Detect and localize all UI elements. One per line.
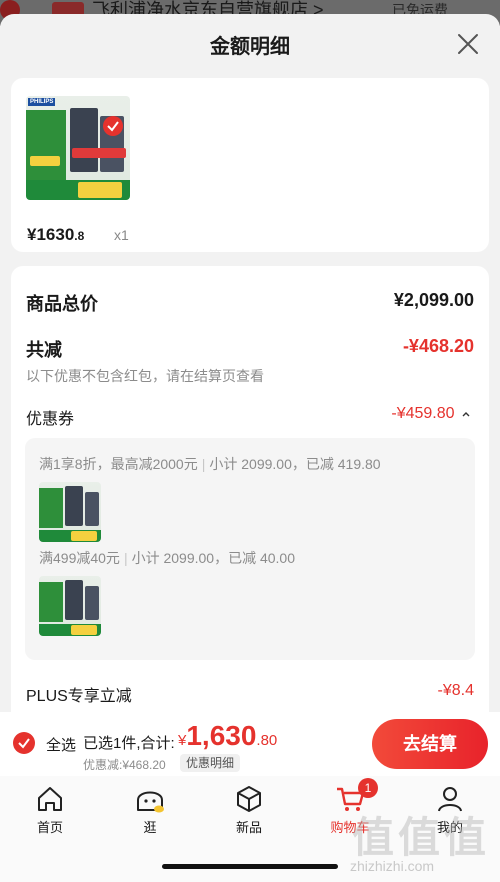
discount-detail-link[interactable]: 优惠明细	[180, 754, 241, 772]
discount-summary: 优惠减:¥468.20	[83, 758, 166, 772]
home-icon	[38, 787, 62, 811]
brand-logo: PHILIPS	[28, 98, 56, 106]
home-indicator	[162, 864, 338, 869]
tab-browse-label: 逛	[143, 820, 157, 835]
product-quantity: x1	[114, 227, 129, 243]
plus-discount-value: -¥8.4	[437, 682, 474, 699]
selected-count: 已选1件,合计:	[83, 735, 175, 752]
reduced-value: -¥468.20	[402, 336, 474, 356]
coupon-label: 优惠券	[26, 411, 75, 428]
coupon-2-product-image	[39, 576, 101, 636]
watermark-url: zhizhizhi.com	[350, 858, 435, 874]
chevron-up-icon	[462, 411, 470, 417]
cube-icon	[237, 786, 261, 812]
cart-count-badge: 1	[358, 778, 378, 798]
coupon-1-text: 满1享8折，最高减2000元 | 小计 2099.00，已减 419.80	[39, 456, 381, 472]
face-icon	[137, 791, 164, 813]
product-card: PHILIPS ¥1630.8 x1	[11, 78, 489, 252]
product-image[interactable]: PHILIPS	[26, 96, 130, 200]
coupon-value: -¥459.80	[391, 405, 455, 422]
goods-total-value: ¥2,099.00	[393, 290, 474, 310]
selected-check-icon	[103, 116, 123, 136]
sheet-title: 金额明细	[210, 36, 290, 58]
coupon-toggle[interactable]: -¥459.80	[391, 405, 471, 423]
coupon-detail-box: 满1享8折，最高减2000元 | 小计 2099.00，已减 419.80 满499…	[25, 438, 475, 660]
tab-new[interactable]: 新品	[219, 784, 279, 836]
checkout-button[interactable]: 去结算	[372, 719, 488, 769]
goods-total-label: 商品总价	[26, 294, 98, 314]
coupon-1-product-image	[39, 482, 101, 542]
tab-home-label: 首页	[36, 820, 63, 835]
reduced-label: 共减	[26, 340, 62, 360]
select-all-checkbox[interactable]	[13, 732, 35, 754]
price-summary-card: 商品总价 ¥2,099.00 共减 -¥468.20 以下优惠不包含红包，请在结…	[11, 266, 489, 726]
close-icon[interactable]	[456, 32, 480, 56]
checkout-bar: 全选 已选1件,合计: ¥1,630.80 优惠减:¥468.20 优惠明细 去…	[0, 712, 500, 776]
coupon-2-text: 满499减40元 | 小计 2099.00，已减 40.00	[39, 550, 295, 566]
tab-browse[interactable]: 逛	[120, 784, 180, 836]
tab-new-label: 新品	[235, 820, 262, 835]
tab-home[interactable]: 首页	[20, 784, 80, 836]
discount-note: 以下优惠不包含红包，请在结算页查看	[26, 368, 264, 384]
plus-discount-label: PLUS专享立减	[26, 688, 132, 705]
total-amount: ¥1,630.80	[178, 720, 278, 751]
watermark-logo: 值值值	[352, 814, 491, 861]
product-price: ¥1630.8	[27, 225, 85, 244]
select-all-label[interactable]: 全选	[46, 734, 76, 755]
